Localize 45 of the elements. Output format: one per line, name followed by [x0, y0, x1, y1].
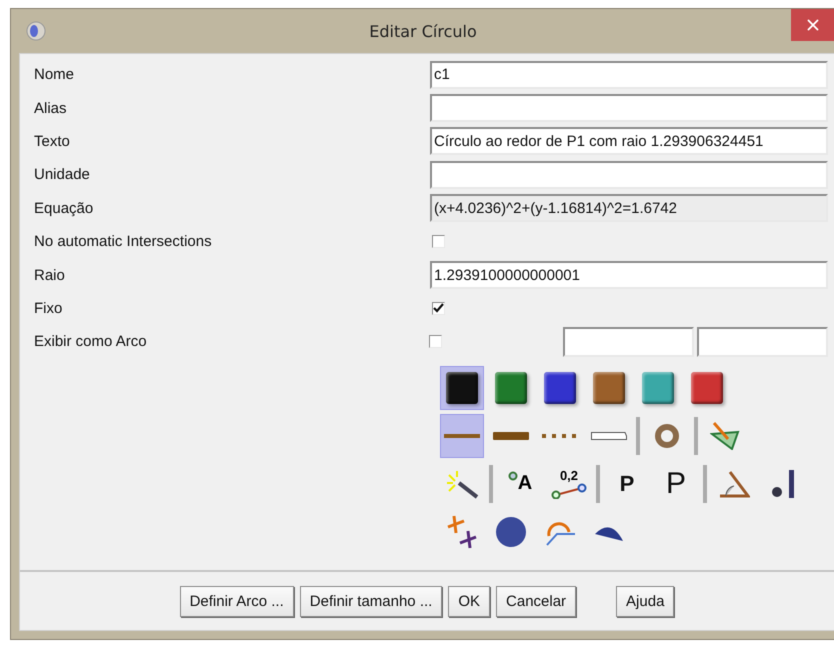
dot-bar-icon	[771, 470, 795, 498]
field-label: Equação	[34, 200, 94, 217]
angle-icon	[718, 470, 750, 498]
wand-icon	[445, 468, 479, 499]
color-option[interactable]	[440, 366, 484, 410]
close-button[interactable]	[791, 9, 834, 41]
text-field[interactable]	[430, 94, 828, 122]
font-style-tool[interactable]: P	[654, 462, 698, 506]
label-style-tool[interactable]: A	[498, 462, 542, 506]
line-style-icon	[591, 432, 627, 440]
text-field[interactable]	[697, 326, 828, 357]
ring-icon	[655, 424, 679, 448]
checkbox[interactable]	[432, 302, 445, 315]
checkbox[interactable]	[432, 235, 445, 248]
text-field[interactable]	[563, 326, 694, 357]
value-style-tool[interactable]: 0,2	[547, 462, 591, 506]
field-label: No automatic Intersections	[34, 233, 213, 250]
text-field[interactable]: Círculo ao redor de P1 com raio 1.293906324451	[430, 127, 828, 156]
dialog-button[interactable]: Definir tamanho ...	[300, 586, 442, 616]
line-style-icon	[444, 432, 480, 440]
field-label: Exibir como Arco	[34, 333, 148, 350]
field-label: Texto	[34, 132, 71, 150]
field-label: Alias	[34, 100, 68, 117]
field-label: Raio	[34, 266, 66, 284]
disc-icon	[495, 516, 527, 548]
dialog-button[interactable]: OK	[448, 586, 490, 616]
field-label: Fixo	[34, 300, 64, 317]
field-label: Nome	[34, 66, 76, 84]
axes-icon	[446, 514, 478, 549]
dialog-button[interactable]: Definir Arco ...	[180, 586, 294, 616]
window-title: Editar Círculo	[369, 22, 477, 40]
dialog-button[interactable]: Cancelar	[496, 586, 576, 616]
point-icon	[508, 470, 518, 481]
checkbox[interactable]	[429, 335, 442, 348]
field-label: Unidade	[34, 166, 91, 184]
app-icon	[25, 20, 47, 42]
triangle-icon	[710, 422, 740, 450]
text-field[interactable]: 1.2939100000000001	[430, 261, 828, 290]
line-style-icon	[542, 432, 578, 440]
text-field[interactable]	[430, 160, 828, 189]
text-field[interactable]: c1	[430, 60, 828, 89]
help-button[interactable]: Ajuda	[616, 586, 674, 616]
font-style-tool[interactable]: P	[605, 462, 649, 506]
segment-icon	[550, 483, 588, 500]
line-style-icon	[493, 432, 529, 440]
